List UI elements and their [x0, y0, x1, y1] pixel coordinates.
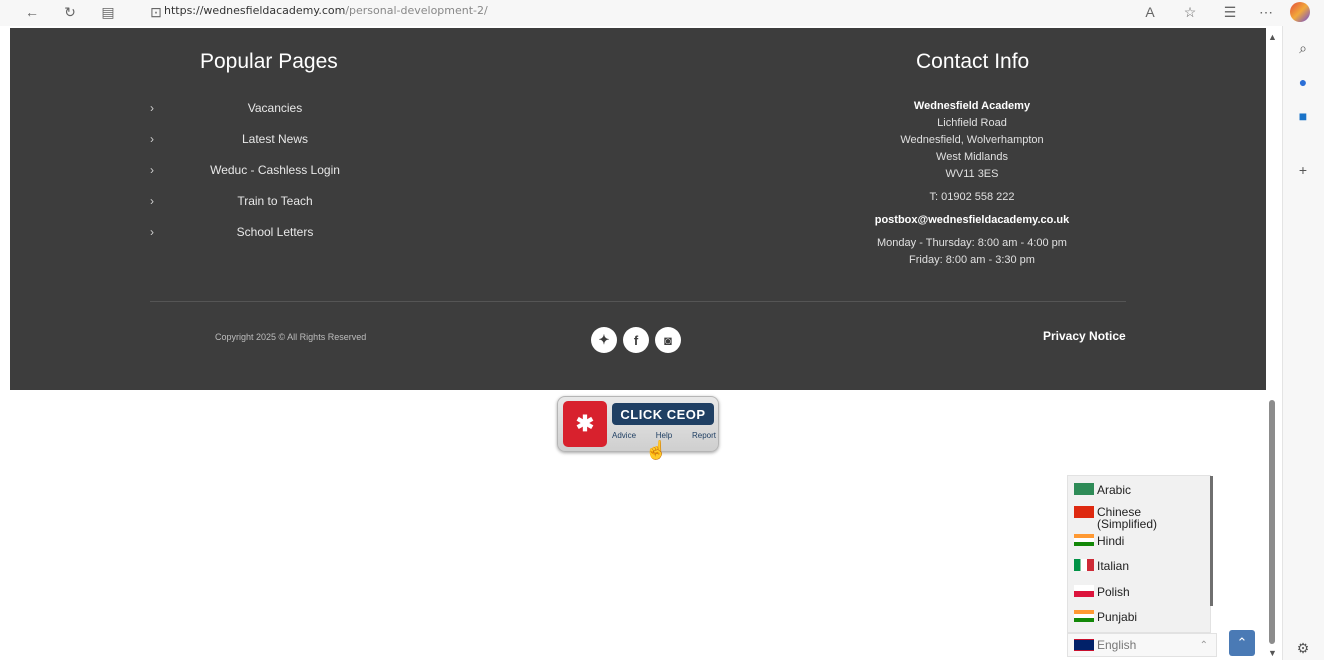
- opening-hours: Friday: 8:00 am - 3:30 pm: [909, 254, 1035, 266]
- browser-toolbar: ← ↻ ▤ ⊡ https://wednesfieldacademy.com/p…: [0, 0, 1324, 26]
- opening-hours: Monday - Thursday: 8:00 am - 4:00 pm: [877, 237, 1067, 249]
- address-bar[interactable]: https://wednesfieldacademy.com/personal-…: [164, 4, 488, 20]
- browser-sidebar: ⌕ ● ■ + ⚙: [1282, 26, 1324, 660]
- chevron-right-icon: ›: [150, 132, 154, 146]
- address-line: Wednesfield, Wolverhampton: [900, 134, 1044, 146]
- flag-icon: [1074, 534, 1094, 546]
- settings-icon[interactable]: ⚙: [1291, 636, 1315, 660]
- read-aloud-icon[interactable]: A: [1140, 2, 1160, 22]
- profile-avatar[interactable]: [1290, 2, 1310, 22]
- flag-icon: [1074, 585, 1094, 597]
- refresh-icon[interactable]: ↻: [60, 2, 80, 22]
- language-list-scrollbar[interactable]: [1210, 476, 1213, 606]
- popular-page-link[interactable]: › Train to Teach: [150, 191, 400, 211]
- site-footer: Popular Pages › Vacancies › Latest News …: [10, 28, 1266, 390]
- popular-page-link[interactable]: › Latest News: [150, 129, 400, 149]
- flag-icon: [1074, 559, 1094, 571]
- language-option[interactable]: Chinese (Simplified): [1074, 506, 1204, 530]
- ceop-advice: Advice: [612, 431, 637, 440]
- phone-number[interactable]: T: 01902 558 222: [830, 189, 1114, 206]
- contact-block: Wednesfield Academy Lichfield Road Wedne…: [830, 98, 1114, 269]
- copilot-icon[interactable]: ●: [1291, 70, 1315, 94]
- popular-pages-title: Popular Pages: [200, 50, 338, 73]
- school-name: Wednesfield Academy: [913, 100, 1031, 112]
- language-option[interactable]: Arabic: [1074, 483, 1204, 497]
- ceop-logo-icon: ✱: [563, 401, 607, 447]
- caret-up-icon: ⌃: [1199, 639, 1208, 651]
- popular-page-link[interactable]: › School Letters: [150, 222, 400, 242]
- site-info-icon[interactable]: ⊡: [146, 2, 166, 22]
- scroll-down-icon[interactable]: ▼: [1268, 648, 1277, 658]
- favorite-icon[interactable]: ☆: [1180, 2, 1200, 22]
- reading-view-icon[interactable]: ▤: [98, 2, 118, 22]
- ceop-help: Help: [655, 431, 673, 440]
- privacy-notice-link[interactable]: Privacy Notice: [1043, 329, 1126, 343]
- scrollbar-thumb[interactable]: [1269, 400, 1275, 644]
- ceop-report: Report: [691, 431, 716, 440]
- chevron-right-icon: ›: [150, 163, 154, 177]
- popular-page-link[interactable]: › Vacancies: [150, 98, 400, 118]
- instagram-icon[interactable]: ◙: [655, 327, 681, 353]
- flag-icon: [1074, 483, 1094, 495]
- contact-info-title: Contact Info: [916, 50, 1030, 73]
- popular-page-link[interactable]: › Weduc - Cashless Login: [150, 160, 400, 180]
- more-icon[interactable]: ⋯: [1256, 2, 1276, 22]
- language-option[interactable]: Polish: [1074, 585, 1204, 599]
- scroll-up-icon[interactable]: ▲: [1268, 32, 1277, 42]
- language-dropdown-list: Arabic Chinese (Simplified) Hindi Italia…: [1067, 475, 1211, 633]
- address-line: Lichfield Road: [937, 117, 1007, 129]
- ceop-links: Advice Help Report: [612, 431, 716, 440]
- email-link[interactable]: postbox@wednesfieldacademy.co.uk: [830, 212, 1114, 229]
- address-line: West Midlands: [936, 151, 1008, 163]
- url-path: /personal-development-2/: [345, 4, 488, 17]
- language-option[interactable]: Punjabi: [1074, 610, 1204, 624]
- flag-icon: [1074, 506, 1094, 518]
- favorites-bar-icon[interactable]: ☰: [1220, 2, 1240, 22]
- facebook-icon[interactable]: f: [623, 327, 649, 353]
- mouse-cursor-icon: ☝: [645, 440, 668, 460]
- chevron-right-icon: ›: [150, 225, 154, 239]
- twitter-icon[interactable]: ✦: [591, 327, 617, 353]
- language-option[interactable]: Italian: [1074, 559, 1204, 573]
- selected-language: English: [1097, 638, 1137, 652]
- footer-divider: [150, 301, 1126, 302]
- add-icon[interactable]: +: [1291, 158, 1315, 182]
- address-line: WV11 3ES: [945, 168, 999, 180]
- language-option[interactable]: Hindi: [1074, 534, 1204, 548]
- search-icon[interactable]: ⌕: [1291, 36, 1315, 60]
- back-to-top-button[interactable]: ⌃: [1229, 630, 1255, 656]
- back-icon[interactable]: ←: [22, 2, 42, 22]
- ceop-banner: CLICK CEOP: [612, 403, 714, 425]
- outlook-icon[interactable]: ■: [1291, 104, 1315, 128]
- flag-icon: [1074, 610, 1094, 622]
- uk-flag-icon: [1074, 639, 1094, 651]
- language-selector[interactable]: English ⌃: [1067, 633, 1217, 657]
- chevron-right-icon: ›: [150, 194, 154, 208]
- chevron-right-icon: ›: [150, 101, 154, 115]
- ceop-button[interactable]: ✱ CLICK CEOP Advice Help Report: [557, 396, 719, 452]
- copyright-text: Copyright 2025 © All Rights Reserved: [215, 332, 367, 342]
- arrow-up-icon: ⌃: [1236, 635, 1248, 650]
- url-host: https://wednesfieldacademy.com: [164, 4, 346, 17]
